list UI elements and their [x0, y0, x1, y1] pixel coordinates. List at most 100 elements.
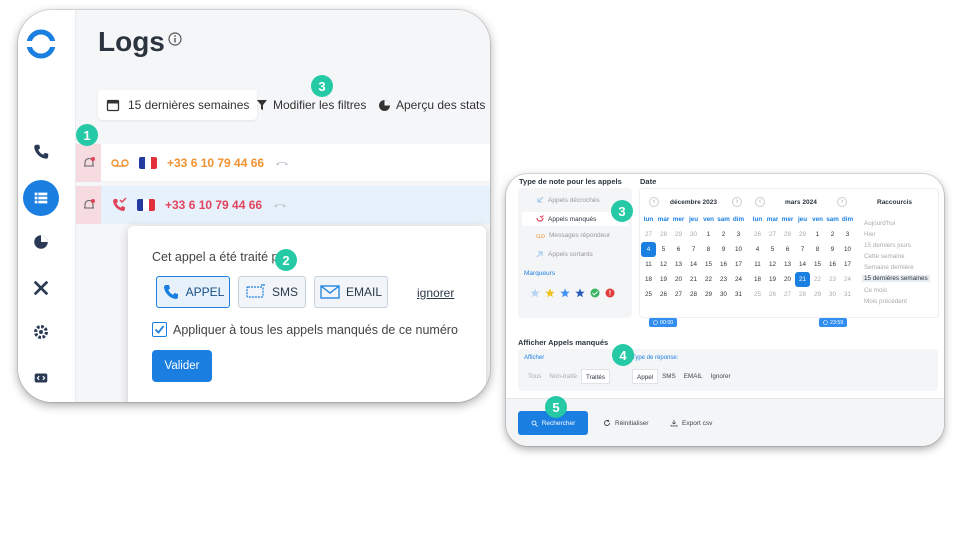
calendar-day[interactable]: 28	[686, 287, 701, 302]
calendar-day[interactable]: 27	[780, 287, 795, 302]
calendar-day[interactable]: 20	[671, 272, 686, 287]
next-month-icon[interactable]: ›	[837, 197, 847, 207]
calendar-day[interactable]: 24	[731, 272, 746, 287]
handled-call-button[interactable]: APPEL	[156, 276, 230, 308]
calendar-day[interactable]: 28	[795, 287, 810, 302]
nav-phone-icon[interactable]	[23, 134, 59, 170]
calendar-day[interactable]: 29	[671, 227, 686, 242]
calendar-day[interactable]: 17	[840, 257, 855, 272]
calendar-day[interactable]: 16	[825, 257, 840, 272]
status-all[interactable]: Tous	[524, 369, 545, 384]
calendar-day[interactable]: 13	[780, 257, 795, 272]
reset-button[interactable]: Réinitialiser	[603, 419, 649, 427]
calendar-day[interactable]: 30	[716, 287, 731, 302]
calendar-day[interactable]: 15	[701, 257, 716, 272]
calendar-day[interactable]: 30	[686, 227, 701, 242]
calendar-day[interactable]: 27	[641, 227, 656, 242]
apply-all-checkbox[interactable]	[152, 322, 167, 337]
calendar-day[interactable]: 30	[825, 287, 840, 302]
shortcut-this-week[interactable]: Cette semaine	[864, 253, 905, 260]
shortcut-today[interactable]: Aujourd'hui	[864, 220, 895, 227]
prev-month-icon[interactable]: ‹	[649, 197, 659, 207]
handled-email-button[interactable]: EMAIL	[314, 276, 388, 308]
shortcut-yesterday[interactable]: Hier	[864, 231, 876, 238]
call-back-icon[interactable]	[272, 200, 288, 210]
star-icon[interactable]	[530, 288, 540, 298]
phone-number[interactable]: +33 6 10 79 44 66	[167, 156, 264, 170]
calendar-day[interactable]: 23	[825, 272, 840, 287]
stats-preview-button[interactable]: Aperçu des stats	[378, 90, 485, 120]
calendar-day[interactable]: 21	[686, 272, 701, 287]
calendar-day[interactable]: 1	[701, 227, 716, 242]
calendar-day[interactable]: 2	[716, 227, 731, 242]
log-row[interactable]: +33 6 10 79 44 66	[76, 144, 490, 182]
calendar-day[interactable]: 15	[810, 257, 825, 272]
calendar-day[interactable]: 24	[840, 272, 855, 287]
calendar-day[interactable]: 27	[671, 287, 686, 302]
calendar-day[interactable]: 12	[765, 257, 780, 272]
calendar-day[interactable]: 21	[795, 272, 810, 287]
star-icon[interactable]	[575, 288, 585, 298]
calendar-day[interactable]: 8	[810, 242, 825, 257]
prev-month-icon[interactable]: ‹	[755, 197, 765, 207]
calendar-day[interactable]: 25	[750, 287, 765, 302]
calendar-day[interactable]: 26	[750, 227, 765, 242]
status-untreated[interactable]: Non-traité	[545, 369, 581, 384]
calendar-day[interactable]: 3	[731, 227, 746, 242]
calendar-day[interactable]: 26	[765, 287, 780, 302]
calendar-day[interactable]: 22	[701, 272, 716, 287]
ignore-link[interactable]: ignorer	[417, 286, 454, 300]
nav-logs-icon[interactable]	[23, 180, 59, 216]
calendar-day[interactable]: 9	[825, 242, 840, 257]
shortcut-last-week[interactable]: Semaine dernière	[864, 264, 914, 271]
calendar-day[interactable]: 7	[795, 242, 810, 257]
end-time-chip[interactable]: 23:59	[819, 318, 848, 327]
calendar-day[interactable]: 13	[671, 257, 686, 272]
calendar-day[interactable]: 19	[656, 272, 671, 287]
calendar-day[interactable]: 28	[780, 227, 795, 242]
shortcut-15-days[interactable]: 15 derniers jours	[864, 242, 911, 249]
calendar-day[interactable]: 14	[795, 257, 810, 272]
star-icon[interactable]	[560, 288, 570, 298]
calendar-day[interactable]: 5	[656, 242, 671, 257]
calendar-day[interactable]: 11	[641, 257, 656, 272]
calendar-day[interactable]: 29	[795, 227, 810, 242]
call-back-icon[interactable]	[274, 158, 290, 168]
calendar-day[interactable]: 22	[810, 272, 825, 287]
next-month-icon[interactable]: ›	[732, 197, 742, 207]
calendar-day[interactable]: 31	[731, 287, 746, 302]
calendar-day[interactable]: 3	[840, 227, 855, 242]
calendar-day[interactable]: 25	[641, 287, 656, 302]
validate-button[interactable]: Valider	[152, 350, 212, 382]
calendar-day[interactable]: 29	[810, 287, 825, 302]
calendar-day[interactable]: 29	[701, 287, 716, 302]
check-circle-icon[interactable]	[590, 288, 600, 298]
note-type-voicemail[interactable]: Messages répondeur	[536, 232, 610, 239]
calendar-day[interactable]: 4	[641, 242, 656, 257]
export-csv-button[interactable]: Export csv	[670, 419, 712, 427]
response-ignore[interactable]: Ignorer	[707, 369, 735, 384]
note-type-answered[interactable]: Appels décrochés	[536, 196, 600, 204]
calendar-day[interactable]: 31	[840, 287, 855, 302]
calendar-day[interactable]: 27	[765, 227, 780, 242]
calendar-day[interactable]: 10	[731, 242, 746, 257]
calendar-day[interactable]: 28	[656, 227, 671, 242]
calendar-day[interactable]: 9	[716, 242, 731, 257]
info-icon[interactable]	[168, 32, 182, 46]
phone-number[interactable]: +33 6 10 79 44 66	[165, 198, 262, 212]
calendar-day[interactable]: 1	[810, 227, 825, 242]
calendar-day[interactable]: 6	[780, 242, 795, 257]
calendar-day[interactable]: 7	[686, 242, 701, 257]
star-icon[interactable]	[545, 288, 555, 298]
calendar-day[interactable]: 17	[731, 257, 746, 272]
date-range-filter[interactable]: 15 dernières semaines	[98, 90, 258, 120]
calendar-day[interactable]: 23	[716, 272, 731, 287]
nav-stats-icon[interactable]	[23, 224, 59, 260]
calendar-day[interactable]: 10	[840, 242, 855, 257]
calendar-day[interactable]: 20	[780, 272, 795, 287]
modify-filters-button[interactable]: Modifier les filtres	[256, 90, 366, 120]
response-email[interactable]: EMAIL	[680, 369, 707, 384]
calendar-day[interactable]: 26	[656, 287, 671, 302]
calendar-day[interactable]: 4	[750, 242, 765, 257]
calendar-day[interactable]: 16	[716, 257, 731, 272]
